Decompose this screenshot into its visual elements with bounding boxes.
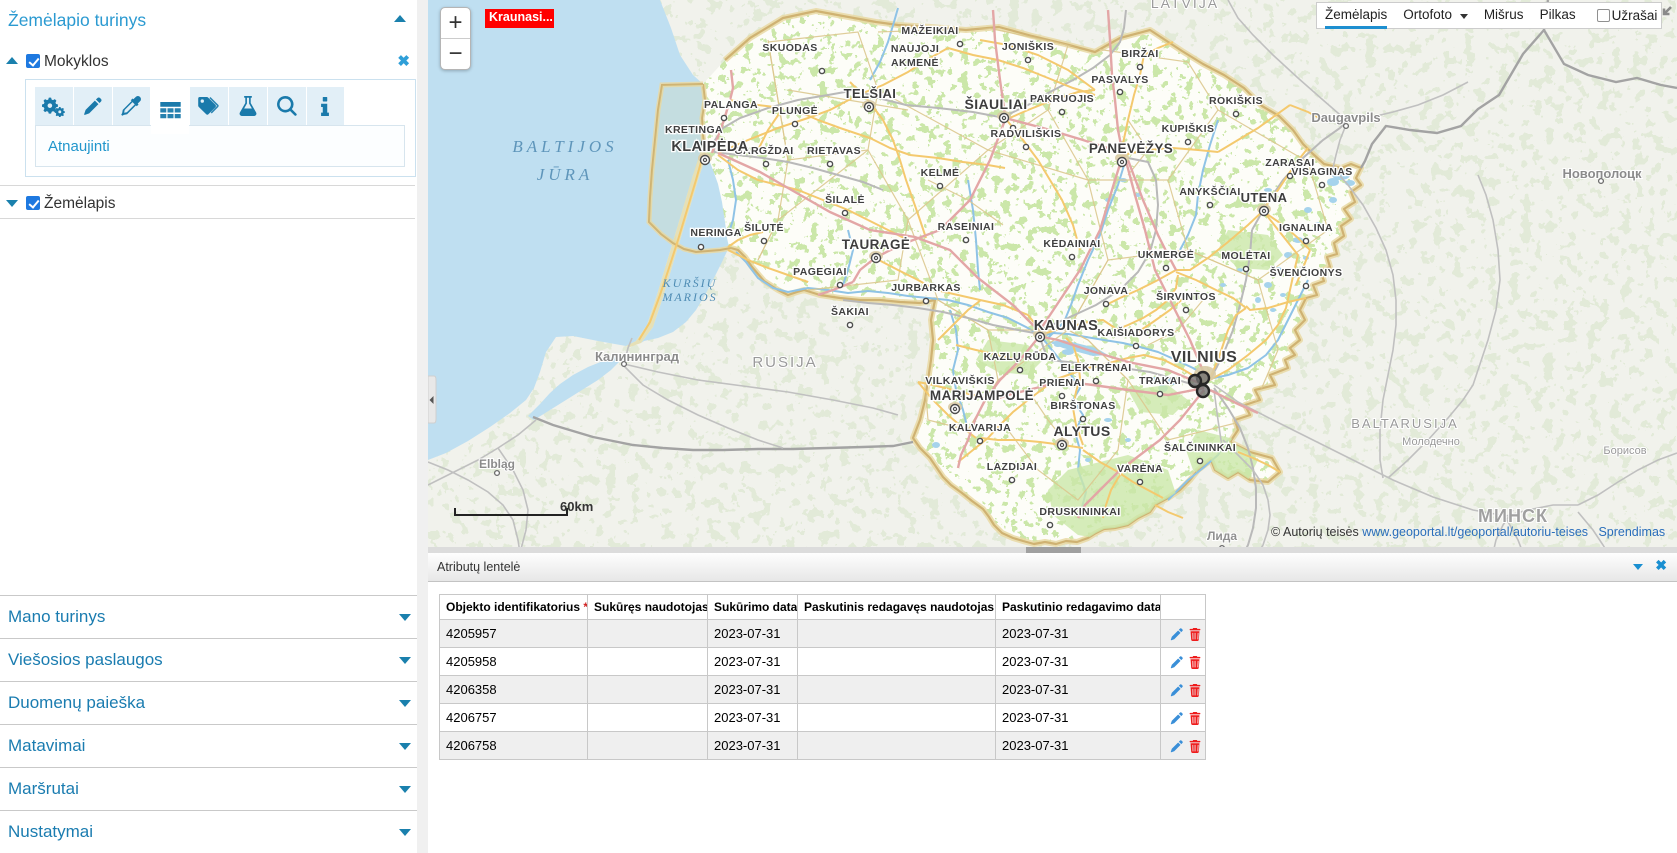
svg-text:AKMENĖ: AKMENĖ <box>891 56 939 69</box>
svg-text:PRIENAI: PRIENAI <box>1039 377 1084 389</box>
svg-text:ROKIŠKIS: ROKIŠKIS <box>1209 94 1263 107</box>
svg-text:RADVILIŠKIS: RADVILIŠKIS <box>991 127 1062 140</box>
svg-text:KALVARIJA: KALVARIJA <box>949 422 1011 434</box>
svg-text:ELEKTRĖNAI: ELEKTRĖNAI <box>1060 361 1131 374</box>
svg-text:PANEVĖŽYS: PANEVĖŽYS <box>1089 141 1173 156</box>
svg-text:KRETINGA: KRETINGA <box>665 124 723 136</box>
svg-text:SKUODAS: SKUODAS <box>762 42 817 54</box>
svg-text:BALTARUSIJA: BALTARUSIJA <box>1351 416 1458 431</box>
svg-text:DRUSKININKAI: DRUSKININKAI <box>1039 506 1120 518</box>
svg-text:VISAGINAS: VISAGINAS <box>1291 166 1352 178</box>
svg-text:KELMĖ: KELMĖ <box>921 166 960 179</box>
svg-text:ŠILALĖ: ŠILALĖ <box>825 193 865 206</box>
svg-text:NERINGA: NERINGA <box>690 227 741 239</box>
svg-text:ALYTUS: ALYTUS <box>1053 423 1110 439</box>
svg-text:JURBARKAS: JURBARKAS <box>891 282 961 294</box>
svg-text:ŠALČININKAI: ŠALČININKAI <box>1164 441 1236 454</box>
svg-text:ŠVENČIONYS: ŠVENČIONYS <box>1270 266 1343 279</box>
svg-text:PAKRUOJIS: PAKRUOJIS <box>1030 93 1094 105</box>
svg-text:KĖDAINIAI: KĖDAINIAI <box>1043 237 1100 250</box>
svg-text:JŪRA: JŪRA <box>537 165 594 184</box>
svg-text:MARIJAMPOLĖ: MARIJAMPOLĖ <box>930 388 1034 403</box>
svg-text:VILNIUS: VILNIUS <box>1171 349 1238 366</box>
svg-text:ANYKŠČIAI: ANYKŠČIAI <box>1179 185 1240 198</box>
svg-text:KAZLŲ RŪDA: KAZLŲ RŪDA <box>984 351 1057 363</box>
svg-text:NAUJOJI: NAUJOJI <box>891 43 939 55</box>
svg-text:VILKAVIŠKIS: VILKAVIŠKIS <box>925 374 995 387</box>
svg-text:KAIŠIADORYS: KAIŠIADORYS <box>1098 326 1175 339</box>
svg-text:Борисов: Борисов <box>1603 445 1646 457</box>
svg-text:LAZDIJAI: LAZDIJAI <box>987 461 1037 473</box>
svg-text:MAŽEIKIAI: MAŽEIKIAI <box>901 24 958 37</box>
svg-text:ŠIRVINTOS: ŠIRVINTOS <box>1156 290 1216 303</box>
svg-text:ŠILUTĖ: ŠILUTĖ <box>744 221 784 234</box>
svg-text:МИНСК: МИНСК <box>1478 506 1548 526</box>
svg-text:PASVALYS: PASVALYS <box>1091 74 1148 86</box>
svg-text:RASEINIAI: RASEINIAI <box>938 221 995 233</box>
svg-text:Elbląg: Elbląg <box>479 457 515 471</box>
svg-text:TAURAGĖ: TAURAGĖ <box>842 237 911 252</box>
svg-text:UTENA: UTENA <box>1241 190 1288 205</box>
svg-text:LATVIJA: LATVIJA <box>1151 0 1219 11</box>
svg-text:BIRŽAI: BIRŽAI <box>1121 47 1158 60</box>
svg-text:Лида: Лида <box>1207 529 1237 543</box>
svg-text:MARIOS: MARIOS <box>661 290 717 304</box>
svg-text:KURŠIŲ: KURŠIŲ <box>662 276 718 290</box>
svg-text:Daugavpils: Daugavpils <box>1311 110 1380 125</box>
svg-text:KUPIŠKIS: KUPIŠKIS <box>1162 122 1215 135</box>
svg-text:TRAKAI: TRAKAI <box>1139 375 1181 387</box>
svg-text:KLAIPĖDA: KLAIPĖDA <box>671 138 748 155</box>
svg-text:Калининград: Калининград <box>595 349 680 364</box>
svg-text:UKMERGĖ: UKMERGĖ <box>1138 248 1194 261</box>
svg-text:VARĖNA: VARĖNA <box>1117 462 1163 475</box>
svg-text:60km: 60km <box>560 499 593 514</box>
svg-text:Молодечно: Молодечно <box>1402 436 1460 448</box>
svg-text:JONAVA: JONAVA <box>1084 285 1129 297</box>
svg-text:IGNALINA: IGNALINA <box>1279 222 1333 234</box>
svg-text:© Autorių teisės www.geoportal: © Autorių teisės www.geoportal.lt/geopor… <box>1271 525 1665 539</box>
svg-text:KAUNAS: KAUNAS <box>1034 318 1098 334</box>
svg-text:BALTIJOS: BALTIJOS <box>512 137 617 156</box>
svg-text:RUSIJA: RUSIJA <box>752 354 817 371</box>
svg-text:BIRŠTONAS: BIRŠTONAS <box>1050 399 1115 412</box>
svg-text:PALANGA: PALANGA <box>704 99 758 111</box>
svg-text:ŠAKIAI: ŠAKIAI <box>831 305 869 318</box>
svg-text:TELŠIAI: TELŠIAI <box>844 86 897 101</box>
svg-text:ŠIAULIAI: ŠIAULIAI <box>964 95 1027 112</box>
svg-text:PLUNGĖ: PLUNGĖ <box>772 104 818 117</box>
svg-text:MOLĖTAI: MOLĖTAI <box>1221 249 1270 262</box>
svg-text:PAGEGIAI: PAGEGIAI <box>793 266 847 278</box>
svg-text:JONIŠKIS: JONIŠKIS <box>1002 40 1054 53</box>
svg-text:RIETAVAS: RIETAVAS <box>807 145 861 157</box>
